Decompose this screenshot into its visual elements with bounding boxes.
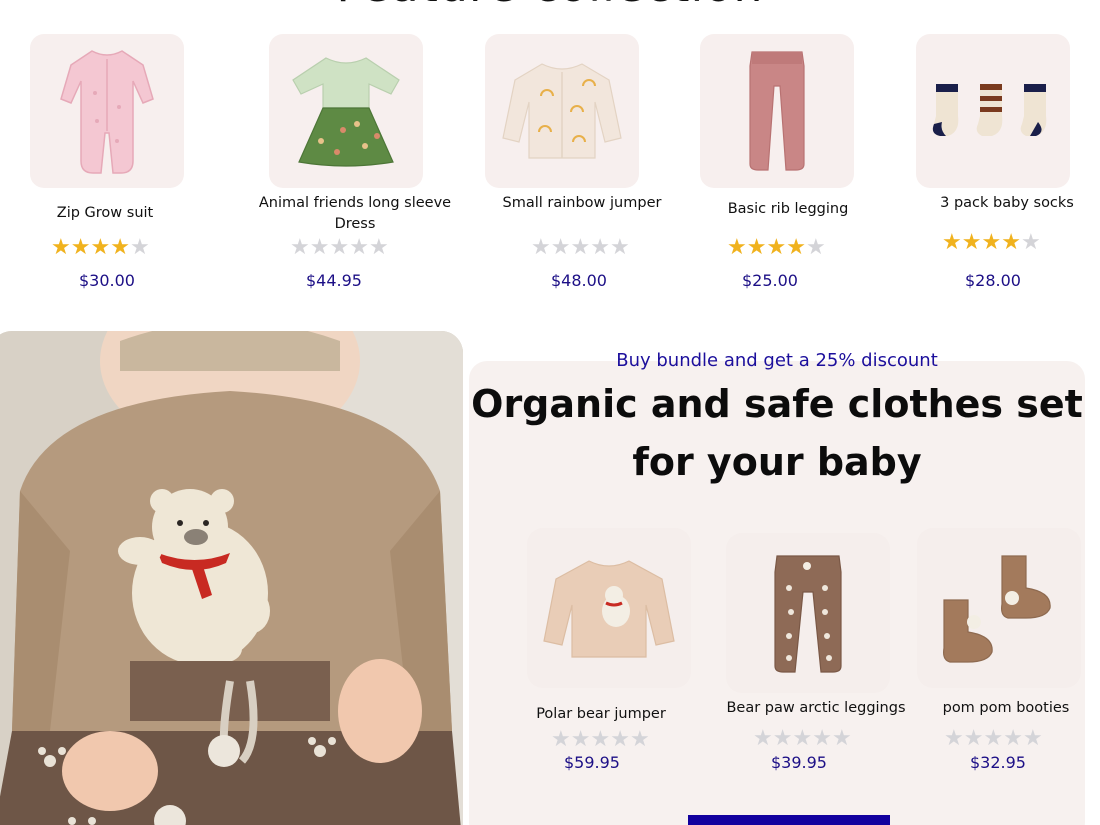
product-price: $30.00	[79, 271, 135, 290]
product-image-baby-socks[interactable]	[916, 34, 1070, 188]
star-filled-icon: ★	[786, 234, 806, 259]
leggings-illustration	[774, 555, 842, 673]
star-empty-icon: ★	[329, 234, 350, 259]
product-name-line2: Dress	[334, 216, 376, 232]
bundle-item-name[interactable]: Polar bear jumper	[518, 704, 684, 725]
bundle-item-image-pom-pom-booties[interactable]	[917, 528, 1081, 688]
bundle-item-image-bear-paw-leggings[interactable]	[726, 533, 890, 693]
star-filled-icon: ★	[961, 229, 982, 254]
star-filled-icon: ★	[1001, 229, 1021, 254]
section-title: Feature collection	[0, 0, 1100, 12]
star-empty-icon: ★	[309, 234, 330, 259]
rating-stars: ★ ★ ★ ★ ★	[290, 236, 389, 258]
dress-illustration	[292, 57, 400, 167]
star-filled-icon: ★	[51, 234, 71, 259]
star-filled-icon: ★	[766, 234, 787, 259]
star-empty-icon: ★	[610, 726, 630, 751]
bundle-item-image-polar-bear-jumper[interactable]	[527, 528, 691, 688]
star-empty-icon: ★	[609, 234, 630, 259]
star-empty-icon: ★	[753, 725, 773, 750]
onesie-illustration	[60, 50, 154, 174]
star-filled-icon: ★	[746, 234, 767, 259]
star-empty-icon: ★	[944, 725, 964, 750]
star-empty-icon: ★	[1020, 229, 1041, 254]
product-name[interactable]: Zip Grow suit	[30, 203, 180, 224]
rating-stars: ★ ★ ★ ★ ★	[551, 728, 650, 750]
booties-illustration	[943, 555, 1051, 663]
bundle-title-line2: for your baby	[632, 440, 922, 484]
product-price: $48.00	[551, 271, 607, 290]
star-empty-icon: ★	[831, 725, 852, 750]
star-empty-icon: ★	[792, 725, 813, 750]
star-empty-icon: ★	[1003, 725, 1023, 750]
product-price: $28.00	[965, 271, 1021, 290]
bundle-item-price: $32.95	[970, 753, 1026, 772]
star-empty-icon: ★	[1022, 725, 1043, 750]
product-image-zip-grow-suit[interactable]	[30, 34, 184, 188]
rating-stars: ★ ★ ★ ★ ★	[727, 236, 826, 258]
legging-illustration	[749, 51, 805, 171]
product-name[interactable]: Basic rib legging	[688, 199, 888, 220]
bundle-title: Organic and safe clothes set for your ba…	[469, 375, 1085, 491]
product-name[interactable]: 3 pack baby socks	[918, 193, 1096, 214]
star-filled-icon: ★	[942, 229, 962, 254]
product-name[interactable]: Small rainbow jumper	[482, 193, 682, 214]
bundle-item-name[interactable]: pom pom booties	[926, 698, 1086, 719]
add-bundle-button[interactable]	[688, 815, 890, 825]
product-price: $25.00	[742, 271, 798, 290]
product-image-animal-friends-dress[interactable]	[269, 34, 423, 188]
star-filled-icon: ★	[70, 234, 91, 259]
star-empty-icon: ★	[551, 726, 571, 751]
star-empty-icon: ★	[963, 725, 984, 750]
bundle-item-price: $59.95	[564, 753, 620, 772]
star-empty-icon: ★	[590, 726, 611, 751]
socks-illustration	[932, 84, 1047, 136]
rating-stars: ★ ★ ★ ★ ★	[753, 727, 852, 749]
star-filled-icon: ★	[981, 229, 1002, 254]
star-empty-icon: ★	[590, 234, 610, 259]
baby-in-polar-bear-sweater-image	[0, 331, 463, 825]
jumper-illustration	[543, 560, 675, 658]
star-filled-icon: ★	[90, 234, 111, 259]
star-empty-icon: ★	[570, 726, 591, 751]
star-empty-icon: ★	[812, 725, 832, 750]
star-empty-icon: ★	[772, 725, 793, 750]
bundle-kicker: Buy bundle and get a 25% discount	[616, 350, 938, 371]
rating-stars: ★ ★ ★ ★ ★	[944, 727, 1043, 749]
rating-stars: ★ ★ ★ ★ ★	[942, 231, 1041, 253]
rating-stars: ★ ★ ★ ★ ★	[531, 236, 630, 258]
product-price: $44.95	[306, 271, 362, 290]
bundle-title-line1: Organic and safe clothes set	[471, 382, 1083, 426]
cardigan-illustration	[502, 63, 622, 159]
star-empty-icon: ★	[550, 234, 571, 259]
star-empty-icon: ★	[531, 234, 551, 259]
product-name[interactable]: Animal friends long sleeve Dress	[246, 193, 464, 235]
product-image-small-rainbow-jumper[interactable]	[485, 34, 639, 188]
bundle-item-price: $39.95	[771, 753, 827, 772]
product-image-basic-rib-legging[interactable]	[700, 34, 854, 188]
star-empty-icon: ★	[805, 234, 826, 259]
hero-baby-photo	[0, 331, 463, 825]
star-empty-icon: ★	[129, 234, 150, 259]
star-empty-icon: ★	[349, 234, 369, 259]
bundle-item-name[interactable]: Bear paw arctic leggings	[716, 698, 916, 719]
star-empty-icon: ★	[983, 725, 1004, 750]
rating-stars: ★ ★ ★ ★ ★	[51, 236, 150, 258]
star-empty-icon: ★	[290, 234, 310, 259]
star-filled-icon: ★	[727, 234, 747, 259]
star-empty-icon: ★	[629, 726, 650, 751]
star-empty-icon: ★	[570, 234, 591, 259]
star-empty-icon: ★	[368, 234, 389, 259]
star-filled-icon: ★	[110, 234, 130, 259]
product-name-line1: Animal friends long sleeve	[258, 195, 452, 211]
